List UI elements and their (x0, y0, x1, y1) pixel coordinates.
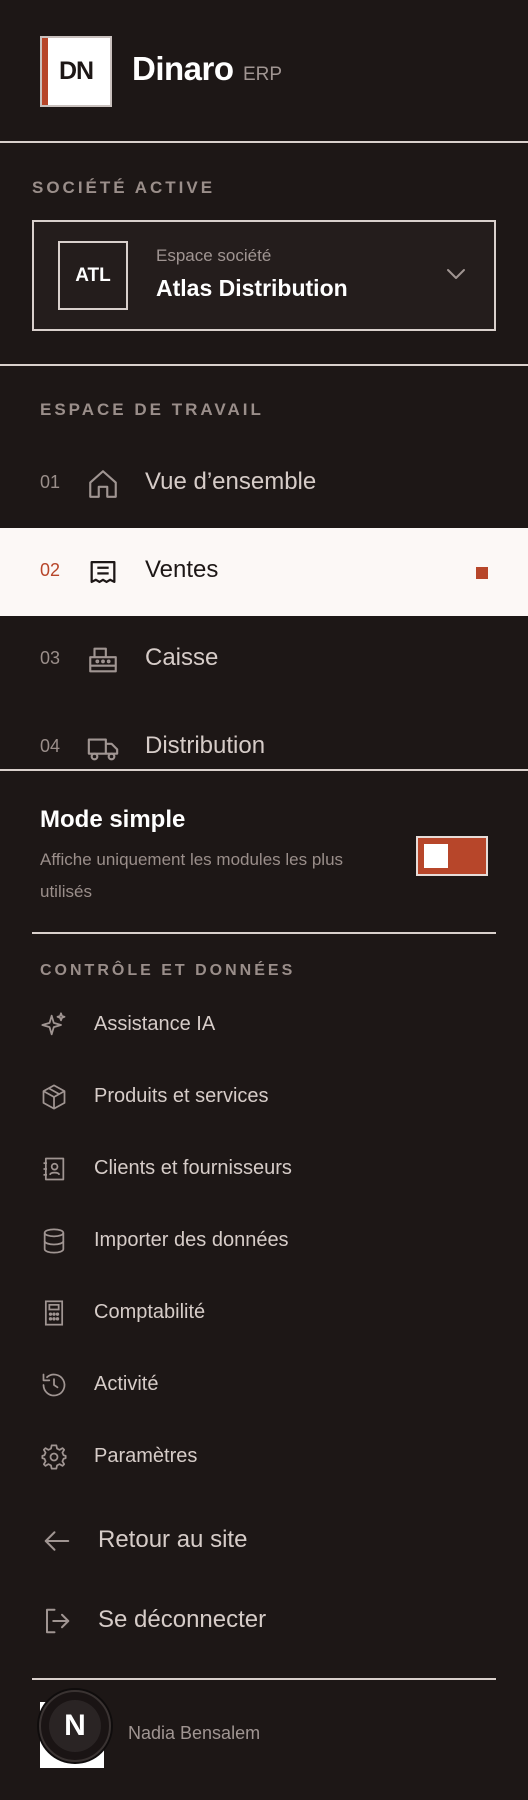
divider (32, 932, 496, 934)
nav-item-number: 03 (40, 648, 61, 668)
toggle-knob (424, 844, 448, 868)
nav-item-distribution[interactable]: 04 Distribution (0, 704, 528, 769)
brand-logo-text: DN (58, 57, 94, 85)
mode-simple-title: Mode simple (40, 806, 186, 833)
menu-item-activity[interactable]: Activité (0, 1357, 528, 1413)
mode-simple-description: Affiche uniquement les modules les plus … (40, 850, 344, 901)
nav-item-number: 04 (40, 736, 61, 756)
nav-item-label: Vue d’ensemble (145, 468, 317, 495)
menu-item-ai-assistance[interactable]: Assistance IA (0, 997, 528, 1053)
menu-item-label: Assistance IA (94, 1013, 216, 1035)
back-to-site-label: Retour au site (98, 1526, 248, 1553)
sparkles-icon (40, 1011, 68, 1039)
logout-icon (42, 1606, 72, 1636)
user-menu-button[interactable]: N (39, 1690, 111, 1762)
company-section: SOCIÉTÉ ACTIVE ATL Espace société Atlas … (0, 143, 528, 366)
brand-logo[interactable]: DN (40, 36, 112, 107)
home-icon (86, 467, 120, 501)
divider (32, 1678, 496, 1680)
nav-item-label: Caisse (145, 644, 219, 671)
user-name: Nadia Bensalem (128, 1723, 261, 1743)
history-icon (40, 1371, 68, 1399)
arrow-left-icon (42, 1526, 72, 1556)
brand-header: DN Dinaro ERP (0, 0, 528, 143)
nav-item-label: Ventes (145, 556, 219, 583)
menu-item-label: Paramètres (94, 1445, 198, 1467)
gear-icon (40, 1443, 68, 1471)
brand-suffix: ERP (243, 64, 283, 85)
cash-register-icon (86, 643, 120, 677)
logout-label: Se déconnecter (98, 1606, 267, 1633)
workspace-section-label: ESPACE DE TRAVAIL (40, 400, 264, 419)
sidebar: DN Dinaro ERP SOCIÉTÉ ACTIVE ATL Espace … (0, 0, 528, 1800)
company-badge: ATL (58, 241, 128, 310)
divider (0, 769, 528, 771)
menu-item-label: Activité (94, 1373, 159, 1395)
menu-item-accounting[interactable]: Comptabilité (0, 1285, 528, 1341)
menu-item-label: Importer des données (94, 1229, 289, 1251)
mode-simple-toggle[interactable] (416, 836, 488, 876)
nav-item-number: 02 (40, 560, 61, 580)
calculator-icon (40, 1299, 68, 1327)
nav-item-number: 01 (40, 472, 61, 492)
contact-book-icon (40, 1155, 68, 1183)
package-icon (40, 1083, 68, 1111)
menu-item-products[interactable]: Produits et services (0, 1069, 528, 1125)
active-marker (476, 567, 488, 579)
chevron-down-icon (444, 262, 468, 286)
database-icon (40, 1227, 68, 1255)
nav-item-sales[interactable]: 02 Ventes (0, 528, 528, 616)
company-name: Atlas Distribution (156, 275, 348, 301)
menu-item-contacts[interactable]: Clients et fournisseurs (0, 1141, 528, 1197)
truck-icon (86, 731, 120, 765)
user-initials: N (49, 1700, 101, 1752)
menu-item-settings[interactable]: Paramètres (0, 1429, 528, 1485)
nav-item-label: Distribution (145, 732, 266, 759)
nav-item-register[interactable]: 03 Caisse (0, 616, 528, 704)
receipt-icon (86, 555, 120, 589)
menu-item-label: Produits et services (94, 1085, 269, 1107)
control-section-label: CONTRÔLE ET DONNÉES (40, 962, 296, 979)
menu-item-import-data[interactable]: Importer des données (0, 1213, 528, 1269)
back-to-site-link[interactable]: Retour au site (0, 1508, 528, 1572)
company-section-label: SOCIÉTÉ ACTIVE (32, 178, 216, 197)
company-selector[interactable]: ATL Espace société Atlas Distribution (32, 220, 496, 331)
menu-item-label: Comptabilité (94, 1301, 206, 1323)
nav-item-overview[interactable]: 01 Vue d’ensemble (0, 440, 528, 528)
menu-item-label: Clients et fournisseurs (94, 1157, 292, 1179)
brand-name: Dinaro (132, 50, 234, 87)
logout-button[interactable]: Se déconnecter (0, 1588, 528, 1652)
company-caption: Espace société (156, 246, 272, 265)
